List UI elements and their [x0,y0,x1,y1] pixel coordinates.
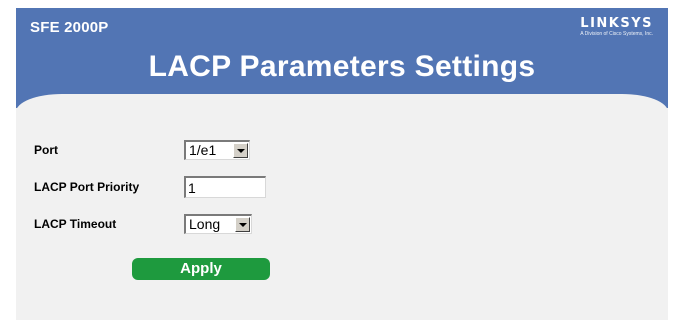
page-title: LACP Parameters Settings [148,50,536,83]
brand-name: LINKSYS [580,16,653,31]
settings-panel: Port 1/e1 LACP Port Priority LACP Timeou… [16,94,668,320]
timeout-select-value: Long [189,216,221,232]
priority-input[interactable] [184,176,266,198]
timeout-dropdown-button[interactable] [235,217,250,232]
priority-row: LACP Port Priority [34,175,266,199]
port-select[interactable]: 1/e1 [184,140,250,160]
timeout-label: LACP Timeout [34,217,117,231]
timeout-select[interactable]: Long [184,214,252,234]
timeout-row: LACP Timeout Long [34,212,252,236]
port-select-value: 1/e1 [189,142,217,158]
header-banner: SFE 2000P LINKSYS A Division of Cisco Sy… [16,8,668,108]
brand-tagline: A Division of Cisco Systems, Inc. [580,31,653,37]
port-row: Port 1/e1 [34,138,250,162]
priority-label: LACP Port Priority [34,180,140,194]
port-dropdown-button[interactable] [233,143,248,158]
model-name: SFE 2000P [30,19,109,36]
apply-button[interactable]: Apply [132,258,270,280]
brand-logo: LINKSYS A Division of Cisco Systems, Inc… [580,16,653,38]
chevron-down-icon [237,149,245,153]
page-frame: SFE 2000P LINKSYS A Division of Cisco Sy… [16,8,668,320]
chevron-down-icon [239,223,247,227]
port-label: Port [34,143,58,157]
